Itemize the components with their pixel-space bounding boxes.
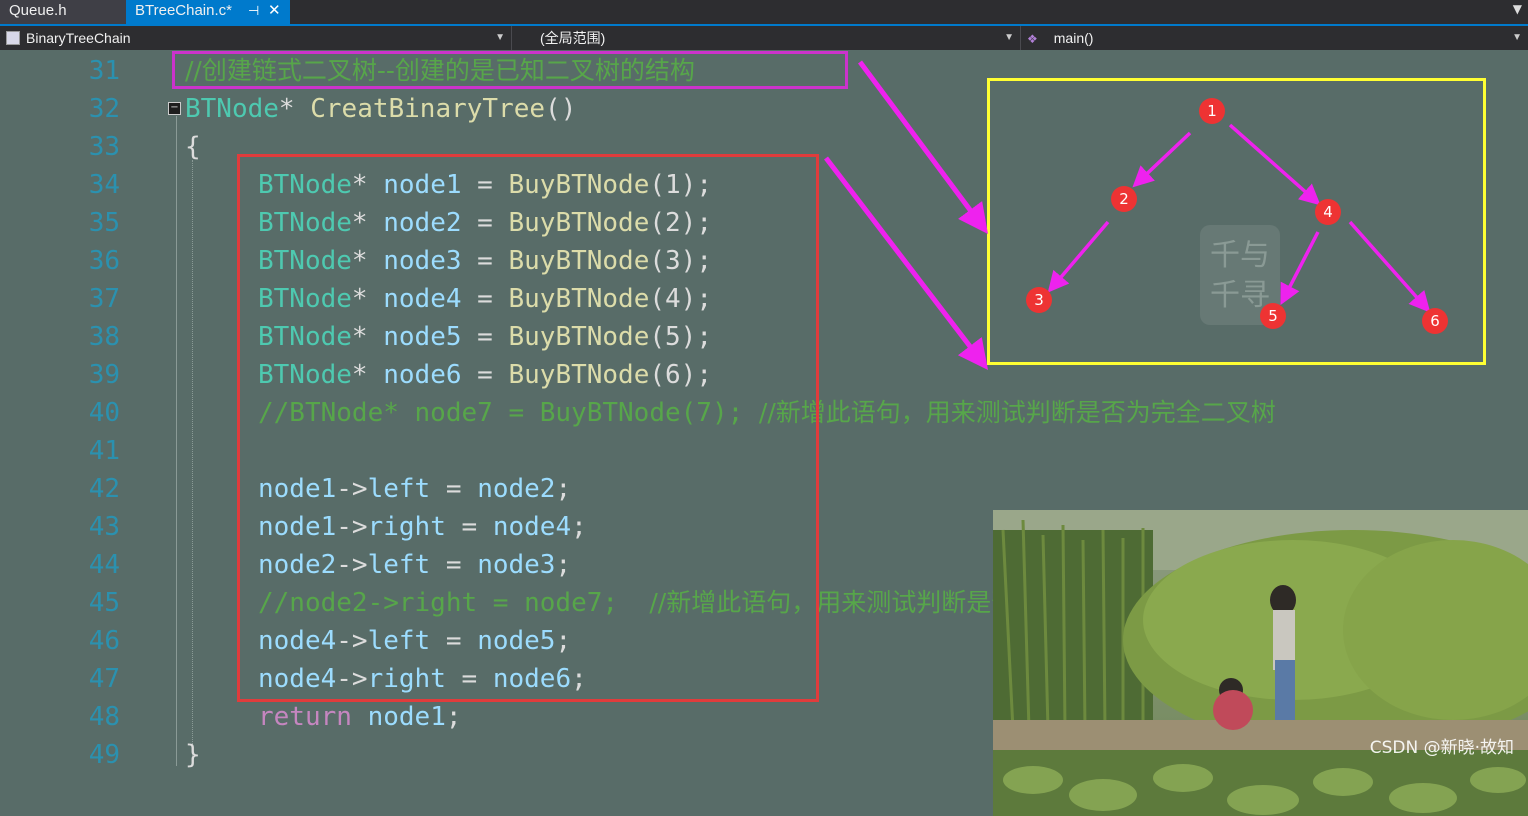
tree-node-label: 5: [1268, 307, 1278, 325]
stamp-watermark-text-2: 千寻: [1210, 278, 1270, 313]
tree-node-label: 2: [1119, 190, 1129, 208]
tree-edge: [1348, 220, 1431, 313]
tree-edge: [1047, 220, 1110, 293]
stamp-watermark-text-1: 千与: [1210, 238, 1270, 273]
pointer-arrow: [824, 156, 989, 370]
tree-edge: [1280, 231, 1320, 306]
tree-node-label: 4: [1323, 203, 1333, 221]
tree-edge: [1132, 131, 1192, 188]
pointer-arrow: [857, 60, 988, 235]
tree-node-label: 3: [1034, 291, 1044, 309]
tree-node-label: 1: [1207, 102, 1217, 120]
tree-edge: [1228, 123, 1321, 206]
tree-node-label: 6: [1430, 312, 1440, 330]
tree-diagram-overlay: 千与 千寻 1 2 4 3 5 6: [824, 60, 1448, 370]
